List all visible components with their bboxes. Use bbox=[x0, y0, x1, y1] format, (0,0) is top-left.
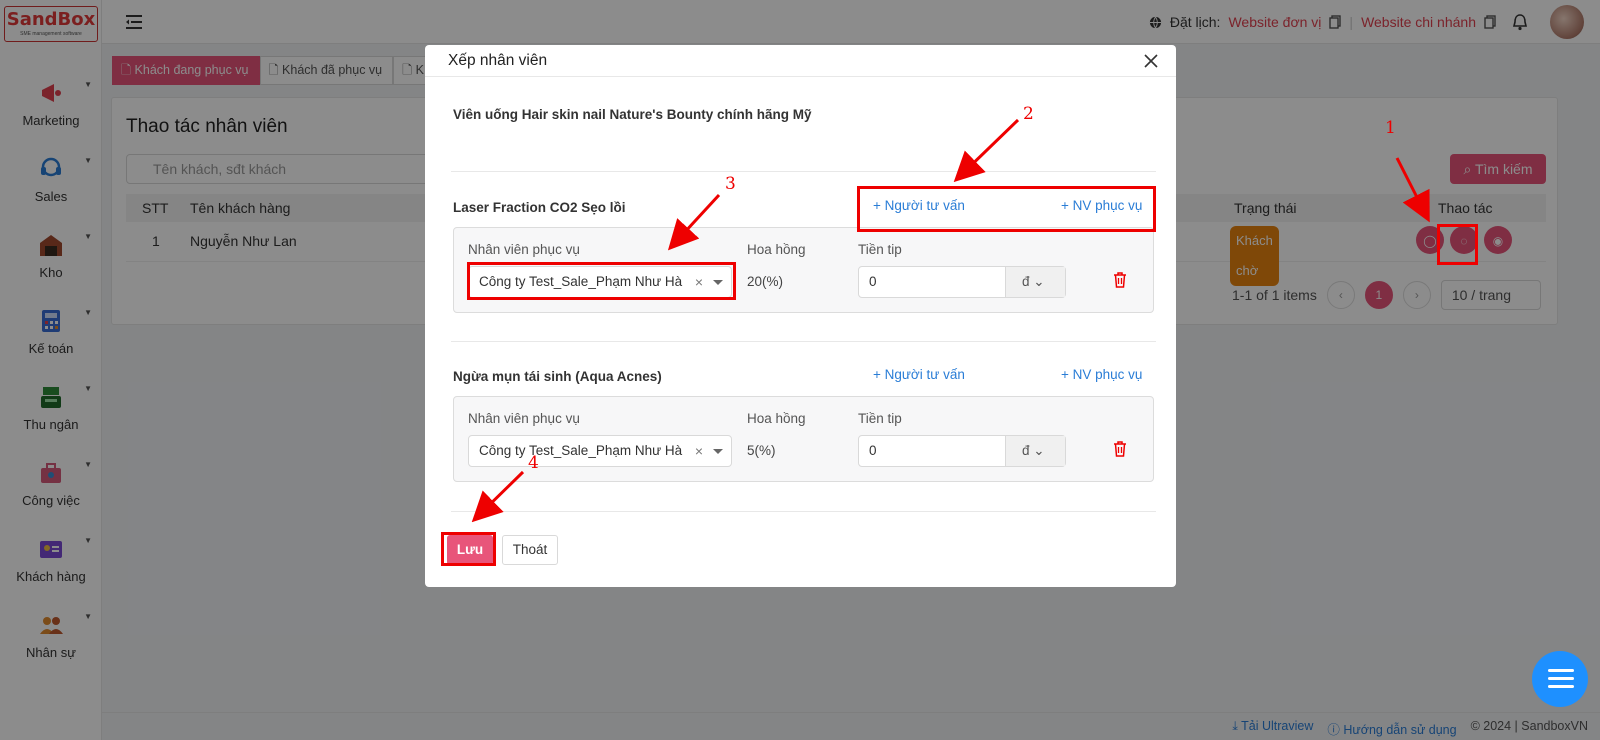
modal-header: Xếp nhân viên bbox=[425, 45, 1176, 77]
service-name: Ngừa mụn tái sinh (Aqua Acnes) bbox=[453, 369, 662, 384]
annotation-number-2: 2 bbox=[1023, 104, 1034, 124]
tip-label: Tiền tip bbox=[858, 411, 902, 426]
modal-title: Xếp nhân viên bbox=[448, 52, 548, 69]
floating-menu-button[interactable] bbox=[1532, 651, 1588, 707]
annotation-number-3: 3 bbox=[725, 174, 736, 194]
staff-label: Nhân viên phục vụ bbox=[468, 411, 580, 426]
commission-label: Hoa hồng bbox=[747, 242, 806, 257]
staff-label: Nhân viên phục vụ bbox=[468, 242, 580, 257]
tip-input[interactable]: 0 đ ⌄ bbox=[858, 266, 1066, 298]
divider bbox=[451, 171, 1156, 172]
add-staff-button[interactable]: + NV phục vụ bbox=[1061, 367, 1142, 382]
tip-value: 0 bbox=[869, 274, 877, 289]
staff-select[interactable]: Công ty Test_Sale_Phạm Như Hà × bbox=[468, 435, 732, 467]
service-staff-box: Nhân viên phục vụ Hoa hồng Tiền tip Công… bbox=[453, 396, 1154, 482]
currency-value: đ bbox=[1022, 443, 1030, 458]
divider bbox=[451, 511, 1156, 512]
trash-icon[interactable] bbox=[1113, 272, 1127, 288]
annotation-box-4 bbox=[441, 532, 496, 566]
clear-icon[interactable]: × bbox=[695, 436, 703, 466]
annotation-number-4: 4 bbox=[528, 453, 539, 473]
currency-select[interactable]: đ ⌄ bbox=[1005, 436, 1065, 466]
annotation-number-1: 1 bbox=[1385, 118, 1396, 138]
divider bbox=[451, 341, 1156, 342]
trash-icon[interactable] bbox=[1113, 441, 1127, 457]
tip-value: 0 bbox=[869, 443, 877, 458]
annotation-box-3 bbox=[467, 262, 736, 300]
annotation-box-1 bbox=[1437, 224, 1478, 265]
exit-button[interactable]: Thoát bbox=[502, 535, 558, 565]
commission-value: 5(%) bbox=[747, 443, 776, 458]
chevron-down-icon bbox=[713, 449, 723, 454]
service-name: Laser Fraction CO2 Sẹo lồi bbox=[453, 200, 626, 215]
tip-label: Tiền tip bbox=[858, 242, 902, 257]
commission-label: Hoa hồng bbox=[747, 411, 806, 426]
product-title: Viên uống Hair skin nail Nature's Bounty… bbox=[453, 107, 812, 122]
add-consultant-label: Người tư vấn bbox=[884, 367, 965, 382]
annotation-box-2 bbox=[857, 186, 1156, 232]
tip-input[interactable]: 0 đ ⌄ bbox=[858, 435, 1066, 467]
add-consultant-button[interactable]: + Người tư vấn bbox=[873, 367, 965, 382]
menu-line bbox=[1548, 669, 1574, 672]
commission-value: 20(%) bbox=[747, 274, 784, 289]
currency-select[interactable]: đ ⌄ bbox=[1005, 267, 1065, 297]
assign-staff-modal: Xếp nhân viên Viên uống Hair skin nail N… bbox=[425, 45, 1176, 587]
close-icon[interactable] bbox=[1144, 54, 1158, 68]
menu-line bbox=[1548, 677, 1574, 680]
add-staff-label: NV phục vụ bbox=[1072, 367, 1143, 382]
menu-line bbox=[1548, 685, 1574, 688]
currency-value: đ bbox=[1022, 274, 1030, 289]
staff-value: Công ty Test_Sale_Phạm Như Hà bbox=[479, 443, 683, 458]
